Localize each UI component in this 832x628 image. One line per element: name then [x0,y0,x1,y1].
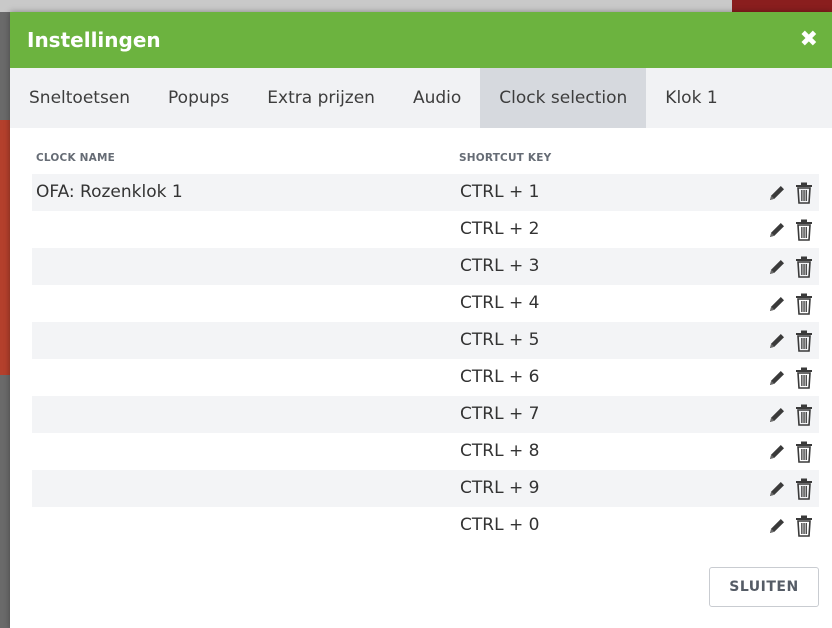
tab-klok-1[interactable]: Klok 1 [646,68,736,128]
table-row: CTRL + 8 [32,433,819,470]
shortcut-key-cell: CTRL + 1 [460,182,540,202]
row-actions [767,285,813,322]
close-icon[interactable]: ✖ [800,29,818,51]
row-actions [767,248,813,285]
pencil-icon[interactable] [767,405,787,425]
table-row: CTRL + 5 [32,322,819,359]
table-row: CTRL + 9 [32,470,819,507]
pencil-icon[interactable] [767,368,787,388]
trash-icon[interactable] [795,404,813,426]
shortcut-key-cell: CTRL + 4 [460,293,540,313]
shortcut-key-cell: CTRL + 2 [460,219,540,239]
pencil-icon[interactable] [767,294,787,314]
shortcut-key-cell: CTRL + 5 [460,330,540,350]
pencil-icon[interactable] [767,183,787,203]
row-actions [767,470,813,507]
pencil-icon[interactable] [767,257,787,277]
row-actions [767,433,813,470]
shortcut-key-cell: CTRL + 3 [460,256,540,276]
trash-icon[interactable] [795,293,813,315]
clock-name-cell: OFA: Rozenklok 1 [36,182,183,202]
row-actions [767,507,813,544]
tab-clock-selection[interactable]: Clock selection [480,68,647,128]
pencil-icon[interactable] [767,442,787,462]
tab-bar: Sneltoetsen Popups Extra prijzen Audio Clock… [10,68,832,128]
trash-icon[interactable] [795,367,813,389]
shortcut-key-cell: CTRL + 9 [460,478,540,498]
row-actions [767,174,813,211]
tab-extra-prijzen[interactable]: Extra prijzen [248,68,394,128]
background-panel-right [732,0,832,12]
background-window [0,0,832,12]
trash-icon[interactable] [795,441,813,463]
table-row: CTRL + 6 [32,359,819,396]
shortcut-key-cell: CTRL + 7 [460,404,540,424]
trash-icon[interactable] [795,330,813,352]
shortcut-key-cell: CTRL + 8 [460,441,540,461]
trash-icon[interactable] [795,182,813,204]
table-header: CLOCK NAME SHORTCUT KEY [32,152,819,174]
shortcut-key-cell: CTRL + 6 [460,367,540,387]
row-actions [767,359,813,396]
trash-icon[interactable] [795,478,813,500]
trash-icon[interactable] [795,219,813,241]
tab-sneltoetsen[interactable]: Sneltoetsen [10,68,149,128]
table-row: CTRL + 4 [32,285,819,322]
trash-icon[interactable] [795,256,813,278]
background-panel [0,120,10,375]
close-button[interactable]: SLUITEN [709,567,819,607]
row-actions [767,396,813,433]
table-row: CTRL + 2 [32,211,819,248]
trash-icon[interactable] [795,515,813,537]
table-row: CTRL + 0 [32,507,819,544]
dialog-header: Instellingen ✖ [10,12,832,68]
row-actions [767,322,813,359]
column-header-shortcut-key: SHORTCUT KEY [459,152,552,164]
settings-dialog: Instellingen ✖ Sneltoetsen Popups Extra pr… [10,12,832,628]
tab-popups[interactable]: Popups [149,68,248,128]
dialog-title: Instellingen [27,28,161,52]
pencil-icon[interactable] [767,516,787,536]
shortcut-key-cell: CTRL + 0 [460,515,540,535]
pencil-icon[interactable] [767,220,787,240]
table-row: CTRL + 3 [32,248,819,285]
table-row: OFA: Rozenklok 1 CTRL + 1 [32,174,819,211]
pencil-icon[interactable] [767,331,787,351]
clock-table: CLOCK NAME SHORTCUT KEY OFA: Rozenklok 1… [32,152,819,544]
tab-audio[interactable]: Audio [394,68,480,128]
pencil-icon[interactable] [767,479,787,499]
row-actions [767,211,813,248]
table-row: CTRL + 7 [32,396,819,433]
column-header-clock-name: CLOCK NAME [36,152,115,164]
